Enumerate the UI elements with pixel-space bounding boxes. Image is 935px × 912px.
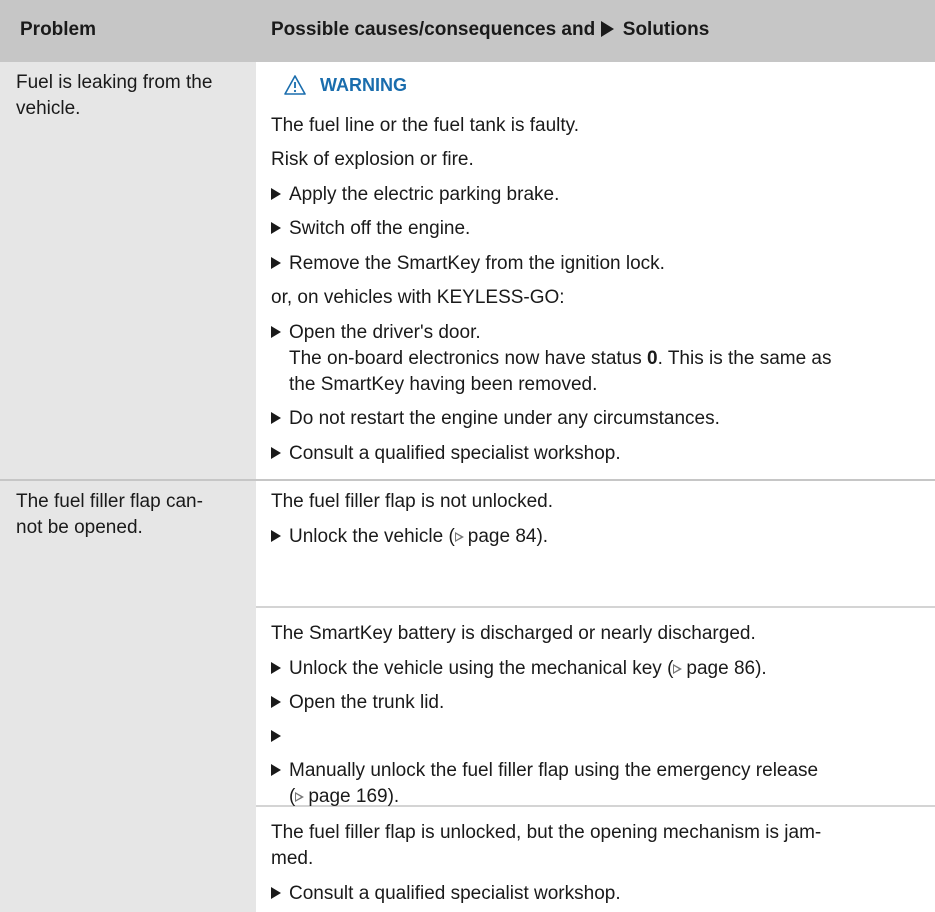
warning-heading: WARNING bbox=[284, 72, 407, 98]
step-arrow-icon bbox=[271, 188, 281, 200]
solution-step bbox=[271, 724, 931, 750]
step-arrow-icon bbox=[271, 662, 281, 674]
solution-step: Remove the SmartKey from the ignition lo… bbox=[271, 251, 931, 277]
step-arrow-icon bbox=[271, 447, 281, 459]
step-arrow-icon bbox=[271, 412, 281, 424]
step-arrow-icon bbox=[271, 764, 281, 776]
solution-arrow-icon bbox=[601, 21, 615, 37]
solution-step: Switch off the engine. bbox=[271, 216, 931, 242]
or-text: or, on vehicles with KEYLESS-GO: bbox=[271, 287, 565, 308]
page-ref-icon bbox=[673, 664, 683, 674]
step-text: Do not restart the engine under any circ… bbox=[289, 408, 720, 429]
header-problem: Problem bbox=[20, 19, 97, 40]
step-arrow-icon bbox=[271, 222, 281, 234]
warning-triangle-icon bbox=[284, 75, 306, 95]
step-text: ). bbox=[536, 526, 549, 547]
table-header: Problem Possible causes/consequences and… bbox=[0, 0, 935, 62]
step-text: Remove the SmartKey from the ignition lo… bbox=[289, 253, 665, 274]
step-text: Switch off the engine. bbox=[289, 218, 471, 239]
status-value: 0 bbox=[647, 348, 658, 369]
note-text: . This is the same as bbox=[657, 348, 832, 369]
step-continuation: (page 169). bbox=[271, 784, 935, 810]
warning-label: WARNING bbox=[320, 75, 407, 95]
solution-step: Apply the electric parking brake. bbox=[271, 182, 931, 208]
cause-text: The fuel filler flap is not unlocked. bbox=[271, 491, 553, 512]
step-arrow-icon bbox=[271, 530, 281, 542]
step-arrow-icon bbox=[271, 326, 281, 338]
header-causes-prefix: Possible causes/consequences and bbox=[271, 19, 596, 40]
row-divider bbox=[0, 479, 935, 481]
page-reference[interactable]: page 169 bbox=[308, 786, 387, 807]
step-arrow-icon bbox=[271, 887, 281, 899]
step-arrow-icon bbox=[271, 730, 281, 742]
header-causes-suffix: Solutions bbox=[622, 19, 710, 40]
problem-cell-2 bbox=[0, 481, 256, 912]
note-text: The on-board electronics now have status bbox=[289, 348, 648, 369]
header-causes: Possible causes/consequences and Solutio… bbox=[271, 17, 709, 43]
step-arrow-icon bbox=[271, 257, 281, 269]
problem-line: vehicle. bbox=[16, 98, 81, 119]
problem-flap-not-opening: The fuel filler flap can- not be opened. bbox=[16, 489, 246, 541]
cause-text: The SmartKey battery is discharged or ne… bbox=[271, 623, 756, 644]
problem-cell-1 bbox=[0, 62, 256, 479]
step-note: The on-board electronics now have status… bbox=[271, 346, 935, 372]
solution-step: Open the trunk lid. bbox=[271, 690, 931, 716]
solution-step: Do not restart the engine under any circ… bbox=[271, 406, 931, 432]
sub-row-divider bbox=[256, 606, 935, 608]
problem-line: The fuel filler flap can- bbox=[16, 491, 203, 512]
solution-step: Consult a qualified specialist workshop. bbox=[271, 441, 931, 467]
solution-step: Unlock the vehicle using the mechanical … bbox=[271, 656, 931, 682]
solution-step: Manually unlock the fuel filler flap usi… bbox=[271, 758, 931, 784]
step-text: Open the driver's door. bbox=[289, 322, 481, 343]
solution-step: Open the driver's door. bbox=[271, 320, 931, 346]
page-reference[interactable]: page 84 bbox=[468, 526, 537, 547]
step-note: the SmartKey having been removed. bbox=[289, 374, 598, 395]
step-text: Apply the electric parking brake. bbox=[289, 184, 560, 205]
solution-step: Consult a qualified specialist workshop. bbox=[271, 881, 931, 907]
step-text: ). bbox=[755, 658, 767, 679]
step-text: Consult a qualified specialist workshop. bbox=[289, 443, 621, 464]
troubleshooting-page: Problem Possible causes/consequences and… bbox=[0, 0, 935, 912]
step-text: Unlock the vehicle using the mechanical … bbox=[289, 658, 674, 679]
cause-text: The fuel line or the fuel tank is faulty… bbox=[271, 115, 580, 136]
problem-line: not be opened. bbox=[16, 517, 143, 538]
problem-fuel-leak: Fuel is leaking from the vehicle. bbox=[16, 70, 246, 122]
page-ref-icon bbox=[295, 792, 305, 802]
cause-text: Risk of explosion or fire. bbox=[271, 149, 474, 170]
problem-line: Fuel is leaking from the bbox=[16, 72, 213, 93]
step-text: Consult a qualified specialist workshop. bbox=[289, 883, 621, 904]
step-text: Unlock the vehicle ( bbox=[289, 526, 455, 547]
step-arrow-icon bbox=[271, 696, 281, 708]
solution-step: Unlock the vehicle ( page 84). bbox=[271, 524, 931, 550]
cause-text: The fuel filler flap is unlocked, but th… bbox=[271, 822, 822, 843]
page-reference[interactable]: page 86 bbox=[686, 658, 755, 679]
cause-text: med. bbox=[271, 848, 314, 869]
step-text: Manually unlock the fuel filler flap usi… bbox=[289, 760, 819, 781]
step-text: ). bbox=[387, 786, 400, 807]
step-text: Open the trunk lid. bbox=[289, 692, 445, 713]
page-ref-icon bbox=[454, 532, 464, 542]
